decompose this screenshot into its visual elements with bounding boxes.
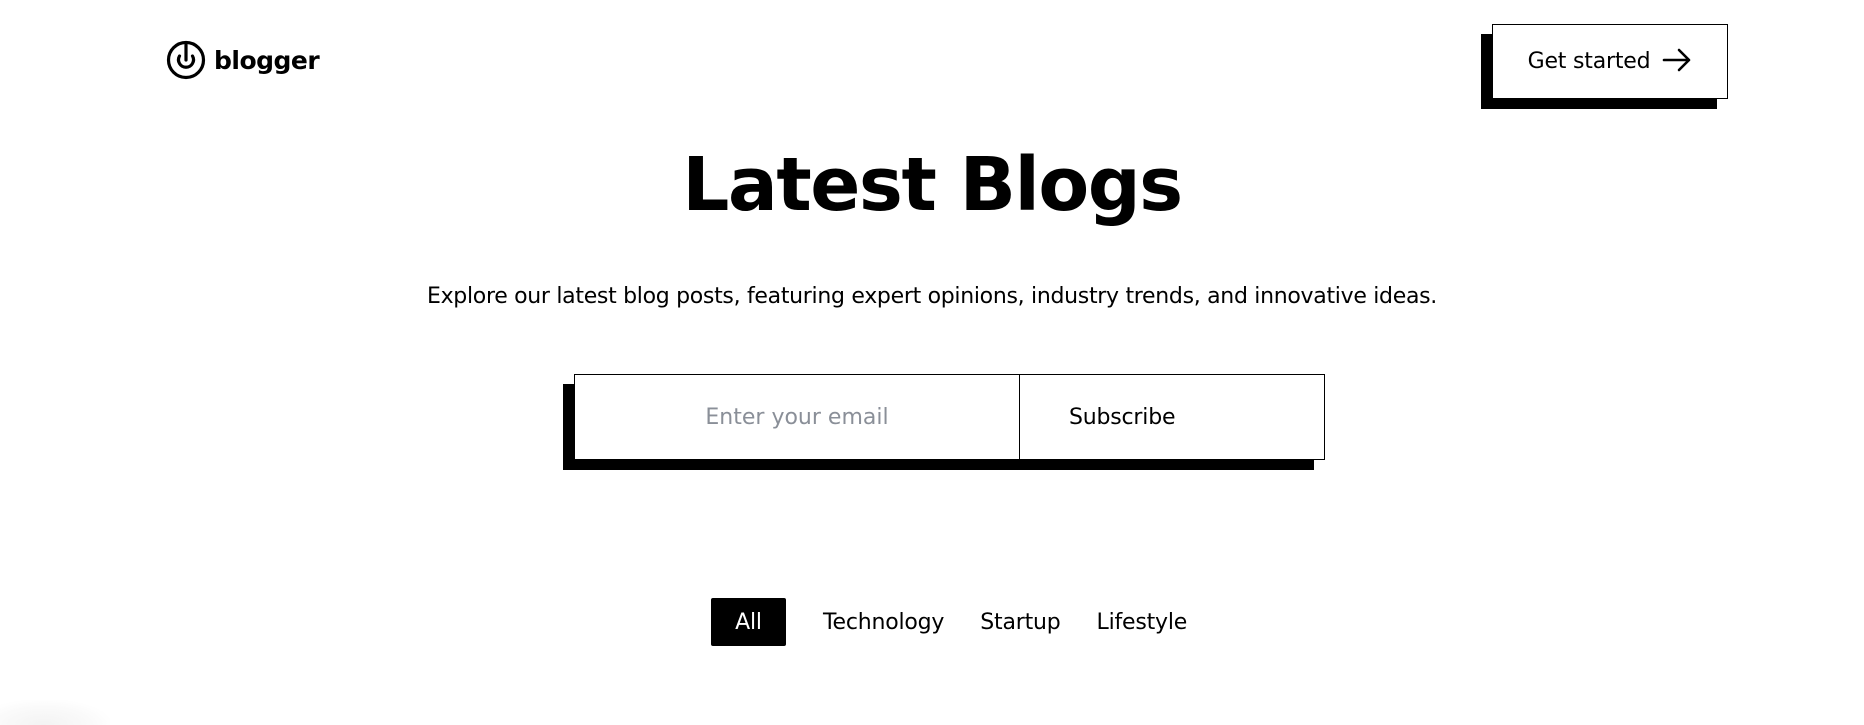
arrow-right-icon (1662, 48, 1692, 76)
page: blogger Get started Latest Blogs Explore… (0, 0, 1864, 725)
tab-technology[interactable]: Technology (823, 598, 944, 646)
corner-decoration (0, 700, 110, 725)
tab-lifestyle[interactable]: Lifestyle (1097, 598, 1188, 646)
email-field[interactable] (575, 375, 1020, 459)
subscribe-form: Subscribe (563, 374, 1325, 470)
logo-text: blogger (214, 45, 320, 75)
get-started-wrap: Get started (1481, 24, 1728, 109)
page-title: Latest Blogs (682, 142, 1183, 228)
subscribe-button[interactable]: Subscribe (1020, 375, 1324, 459)
tab-all[interactable]: All (711, 598, 786, 646)
get-started-button[interactable]: Get started (1492, 24, 1728, 99)
tab-startup[interactable]: Startup (980, 598, 1060, 646)
subscribe-form-box: Subscribe (574, 374, 1325, 460)
logo[interactable]: blogger (166, 40, 320, 80)
page-subtitle: Explore our latest blog posts, featuring… (426, 284, 1437, 309)
category-tabs: All Technology Startup Lifestyle (711, 598, 1187, 646)
blogger-logo-icon (166, 40, 206, 80)
get-started-label: Get started (1527, 49, 1651, 74)
